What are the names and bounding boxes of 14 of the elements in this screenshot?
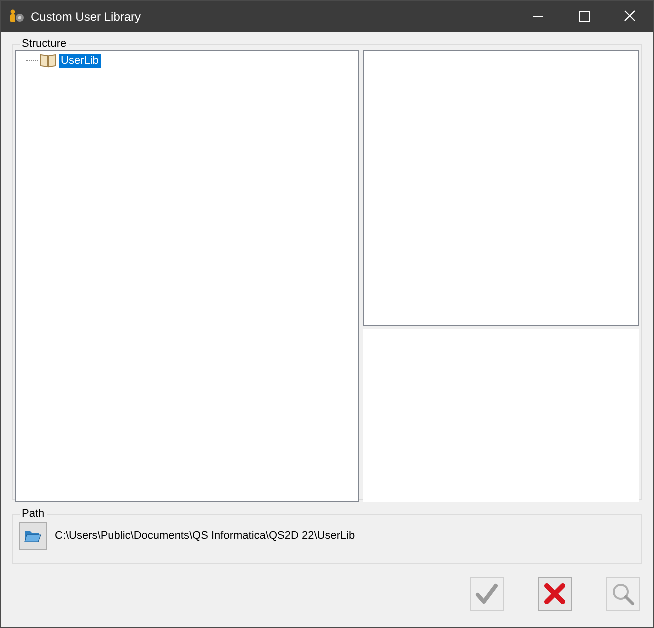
group-label: Path <box>21 508 46 520</box>
checkmark-icon <box>474 581 500 607</box>
folder-icon <box>24 528 42 544</box>
group-label: Structure <box>21 38 68 50</box>
cancel-button[interactable] <box>538 577 572 611</box>
browse-button[interactable] <box>19 522 47 550</box>
book-icon <box>40 53 57 68</box>
app-icon <box>9 8 25 24</box>
cross-icon <box>542 581 568 607</box>
magnifier-icon <box>610 581 636 607</box>
path-text: C:\Users\Public\Documents\QS Informatica\QS2D 22\UserLib <box>55 530 356 542</box>
tree-item[interactable]: UserLib <box>59 54 101 68</box>
tree-view[interactable]: UserLib <box>15 50 359 502</box>
window-title: Custom User Library <box>31 10 142 24</box>
